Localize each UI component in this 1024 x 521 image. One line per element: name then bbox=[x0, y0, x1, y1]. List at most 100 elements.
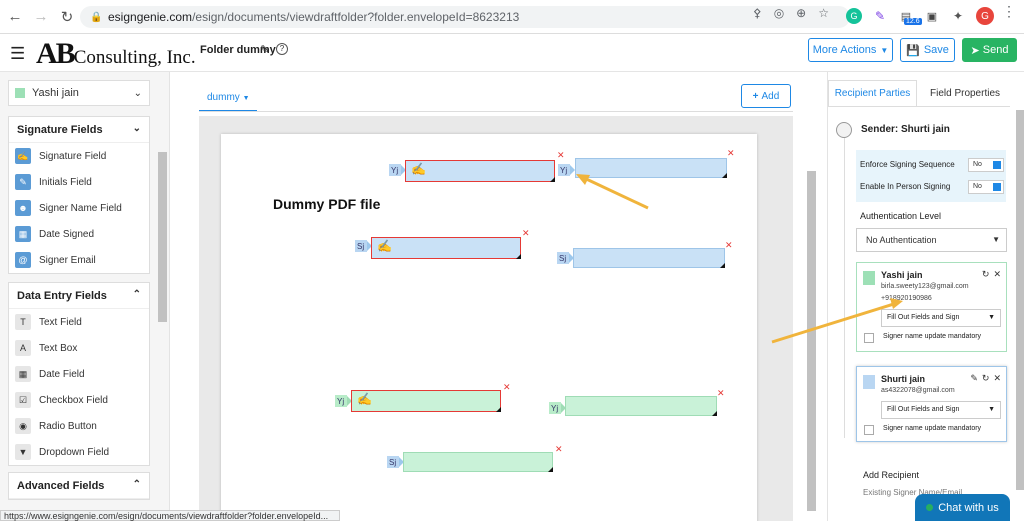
close-icon[interactable]: ✕ bbox=[993, 269, 1001, 280]
sidebar-scrollbar[interactable] bbox=[158, 152, 167, 322]
chevron-down-icon: ⌄ bbox=[132, 123, 141, 134]
checkbox-icon: ☑ bbox=[15, 392, 31, 408]
signer-color-swatch bbox=[15, 88, 25, 98]
help-icon[interactable]: ? bbox=[276, 43, 288, 55]
logo-initials: AB bbox=[36, 37, 76, 70]
address-bar[interactable]: 🔒 esigngenie.com /esign/documents/viewdr… bbox=[80, 6, 850, 28]
browser-menu-icon[interactable]: ⋮ bbox=[1002, 4, 1016, 18]
hamburger-menu-icon[interactable]: ☰ bbox=[10, 44, 25, 64]
enforce-sequence-toggle[interactable]: No bbox=[968, 158, 1004, 172]
dropdown-icon: ▼ bbox=[15, 444, 31, 460]
signature-fields-header[interactable]: Signature Fields ⌄ bbox=[9, 117, 149, 143]
signature-field[interactable]: ✍ bbox=[351, 390, 501, 412]
profile-avatar[interactable]: G bbox=[976, 7, 994, 25]
recipient-avatar bbox=[863, 271, 875, 285]
tab-recipient-parties[interactable]: Recipient Parties bbox=[828, 80, 917, 106]
delete-field-icon[interactable]: ✕ bbox=[557, 150, 565, 161]
field-checkbox[interactable]: ☑ Checkbox Field bbox=[9, 387, 149, 413]
forward-icon[interactable]: → bbox=[30, 6, 52, 28]
calendar-extension-icon[interactable]: ▤ 12.6 bbox=[898, 8, 922, 25]
caret-down-icon: ▼ bbox=[242, 95, 250, 102]
mandatory-label: Signer name update mandatory bbox=[883, 425, 982, 432]
recipient-name: Shurti jain bbox=[881, 374, 926, 384]
data-entry-fields-panel: Data Entry Fields ⌃ T Text Field A Text Bo… bbox=[8, 282, 150, 466]
field-signature[interactable]: ✍ Signature Field bbox=[9, 143, 149, 169]
in-person-toggle[interactable]: No bbox=[968, 180, 1004, 194]
authentication-select[interactable]: No Authentication ▼ bbox=[856, 228, 1007, 252]
add-recipient-label: Add Recipient bbox=[863, 470, 920, 480]
reload-icon[interactable]: ↻ bbox=[56, 6, 78, 28]
field-radio[interactable]: ◉ Radio Button bbox=[9, 413, 149, 439]
edit-icon[interactable]: ✎ bbox=[970, 373, 978, 384]
refresh-icon[interactable]: ↻ bbox=[982, 373, 990, 384]
delete-field-icon[interactable]: ✕ bbox=[503, 382, 511, 393]
key-icon[interactable]: ⚴ bbox=[753, 6, 762, 20]
plus-icon: + bbox=[752, 90, 759, 102]
field-signer-email[interactable]: @ Signer Email bbox=[9, 247, 149, 273]
left-sidebar: Yashi jain ⌄ Signature Fields ⌄ ✍ Signatu… bbox=[0, 72, 170, 521]
data-entry-fields-header[interactable]: Data Entry Fields ⌃ bbox=[9, 283, 149, 309]
tag-label: Yj bbox=[560, 165, 568, 175]
close-icon[interactable]: ✕ bbox=[993, 373, 1001, 384]
more-actions-button[interactable]: More Actions ▼ bbox=[808, 38, 893, 62]
puzzle-icon[interactable]: ✦ bbox=[950, 8, 966, 24]
zoom-icon[interactable]: ⊕ bbox=[796, 6, 806, 20]
field-initials[interactable]: ✎ Initials Field bbox=[9, 169, 149, 195]
chat-label: Chat with us bbox=[938, 501, 999, 514]
document-heading: Dummy PDF file bbox=[273, 196, 381, 212]
mandatory-checkbox[interactable] bbox=[864, 425, 874, 435]
delete-field-icon[interactable]: ✕ bbox=[555, 444, 563, 455]
refresh-icon[interactable]: ↻ bbox=[982, 269, 990, 280]
add-label: Add bbox=[761, 90, 780, 102]
save-button[interactable]: 💾 Save bbox=[900, 38, 955, 62]
tab-field-properties[interactable]: Field Properties bbox=[920, 80, 1010, 106]
tab-dummy[interactable]: dummy ▼ bbox=[199, 86, 257, 112]
document-scrollbar[interactable] bbox=[807, 171, 816, 511]
delete-field-icon[interactable]: ✕ bbox=[717, 388, 725, 399]
star-icon[interactable]: ☆ bbox=[818, 6, 829, 20]
recipient-action-select[interactable]: Fill Out Fields and Sign ▼ bbox=[881, 309, 1001, 327]
in-person-label: Enable In Person Signing bbox=[860, 182, 951, 191]
url-host: esigngenie.com bbox=[108, 10, 193, 24]
field-text-box[interactable]: A Text Box bbox=[9, 335, 149, 361]
right-panel-scrollbar[interactable] bbox=[1016, 110, 1024, 490]
send-button[interactable]: ➤ Send bbox=[962, 38, 1017, 62]
field-text[interactable]: T Text Field bbox=[9, 309, 149, 335]
recipient-action-select[interactable]: Fill Out Fields and Sign ▼ bbox=[881, 401, 1001, 419]
text-field[interactable] bbox=[575, 158, 727, 178]
delete-field-icon[interactable]: ✕ bbox=[727, 148, 735, 159]
recipient-avatar bbox=[863, 375, 875, 389]
grammarly-icon[interactable]: G bbox=[846, 8, 862, 24]
edit-pencil-icon[interactable]: ✎ bbox=[260, 43, 269, 56]
tag-label: Yj bbox=[337, 396, 345, 406]
mandatory-checkbox[interactable] bbox=[864, 333, 874, 343]
field-dropdown[interactable]: ▼ Dropdown Field bbox=[9, 439, 149, 465]
delete-field-icon[interactable]: ✕ bbox=[725, 240, 733, 251]
recipient-name: Yashi jain bbox=[881, 270, 923, 280]
text-field[interactable] bbox=[565, 396, 717, 416]
pdf-page: Dummy PDF file Yj ✍ ✕ Yj ✕ Sj ✍ ✕ Sj ✕ Y… bbox=[221, 134, 757, 521]
authentication-value: No Authentication bbox=[866, 235, 937, 245]
add-document-button[interactable]: + Add bbox=[741, 84, 791, 108]
field-label: Text Field bbox=[39, 316, 82, 328]
gift-extension-icon[interactable]: ▣ bbox=[924, 8, 940, 24]
field-date-signed[interactable]: ▦ Date Signed bbox=[9, 221, 149, 247]
advanced-fields-header[interactable]: Advanced Fields ⌃ bbox=[9, 473, 149, 499]
recipient-card-shurti: Shurti jain ✎ ↻ ✕ as4322078@gmail.com Fill… bbox=[856, 366, 1007, 442]
field-signer-name[interactable]: ☻ Signer Name Field bbox=[9, 195, 149, 221]
back-icon[interactable]: ← bbox=[4, 6, 26, 28]
field-date[interactable]: ▦ Date Field bbox=[9, 361, 149, 387]
calendar-icon: ▦ bbox=[15, 366, 31, 382]
delete-field-icon[interactable]: ✕ bbox=[522, 228, 530, 239]
signature-field[interactable]: ✍ bbox=[371, 237, 521, 259]
save-icon: 💾 bbox=[906, 44, 920, 57]
signer-dropdown[interactable]: Yashi jain ⌄ bbox=[8, 80, 150, 106]
advanced-fields-panel: Advanced Fields ⌃ bbox=[8, 472, 150, 500]
eye-off-icon[interactable]: ◎ bbox=[774, 6, 784, 20]
signature-field[interactable]: ✍ bbox=[405, 160, 555, 182]
text-field[interactable] bbox=[573, 248, 725, 268]
chat-button[interactable]: Chat with us bbox=[915, 494, 1010, 521]
pen-extension-icon[interactable]: ✎ bbox=[872, 8, 888, 24]
text-field[interactable] bbox=[403, 452, 553, 472]
app-header: ☰ ABConsulting, Inc. Folder dummy ✎ ? Mo… bbox=[0, 34, 1024, 72]
